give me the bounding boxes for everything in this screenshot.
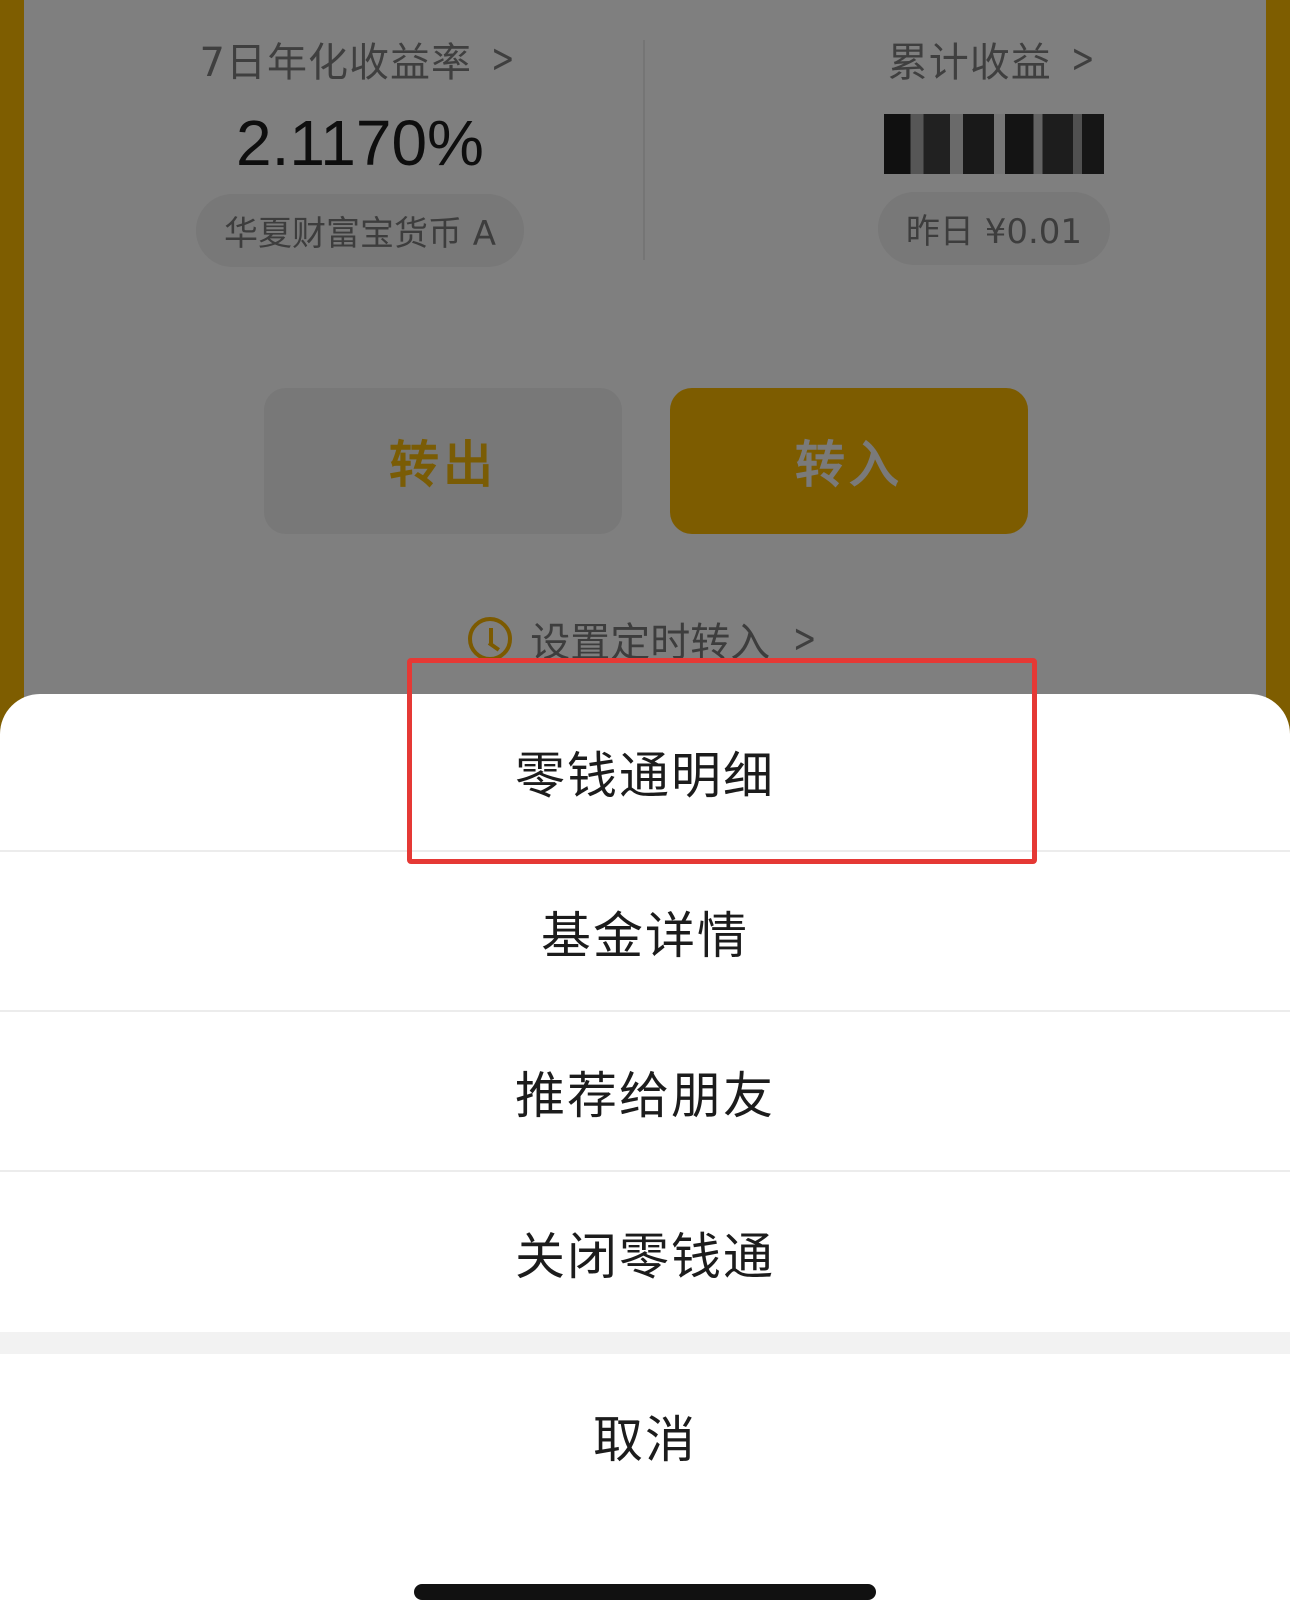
cancel-button[interactable]: 取消 xyxy=(0,1354,1290,1518)
clock-icon xyxy=(468,617,513,661)
sheet-item-recommend[interactable]: 推荐给朋友 xyxy=(0,1014,1290,1172)
total-earnings-block[interactable]: 累计收益 > 昨日 ¥0.01 xyxy=(794,30,1194,265)
scheduled-transfer-label: 设置定时转入 xyxy=(530,620,771,666)
action-sheet: 零钱通明细 基金详情 推荐给朋友 关闭零钱通 取消 xyxy=(0,694,1290,1618)
chevron-right-icon: > xyxy=(1070,36,1096,82)
yield-label: 7日年化收益率 xyxy=(199,40,472,86)
transfer-out-button[interactable]: 转出 xyxy=(264,388,622,534)
home-indicator[interactable] xyxy=(414,1584,876,1600)
sheet-item-fund-details[interactable]: 基金详情 xyxy=(0,854,1290,1012)
yield-value: 2.1170% xyxy=(236,107,484,179)
total-label: 累计收益 xyxy=(887,40,1052,86)
total-label-row: 累计收益 > xyxy=(888,30,1101,88)
yesterday-earnings-pill: 昨日 ¥0.01 xyxy=(877,192,1111,265)
chevron-right-icon: > xyxy=(793,616,817,662)
fund-name-pill: 华夏财富宝货币 A xyxy=(195,194,525,267)
sheet-separator xyxy=(0,1332,1290,1354)
blurred-amount xyxy=(884,114,1104,174)
transfer-in-button[interactable]: 转入 xyxy=(670,388,1028,534)
scheduled-transfer-link[interactable]: 设置定时转入 > xyxy=(24,610,1266,668)
chevron-right-icon: > xyxy=(491,36,516,82)
sheet-item-close-service[interactable]: 关闭零钱通 xyxy=(0,1174,1290,1332)
stats-divider xyxy=(643,40,645,260)
yield-label-row: 7日年化收益率 > xyxy=(200,30,521,88)
yield-block[interactable]: 7日年化收益率 > 2.1170% 华夏财富宝货币 A xyxy=(160,30,560,267)
sheet-item-details[interactable]: 零钱通明细 xyxy=(0,694,1290,852)
